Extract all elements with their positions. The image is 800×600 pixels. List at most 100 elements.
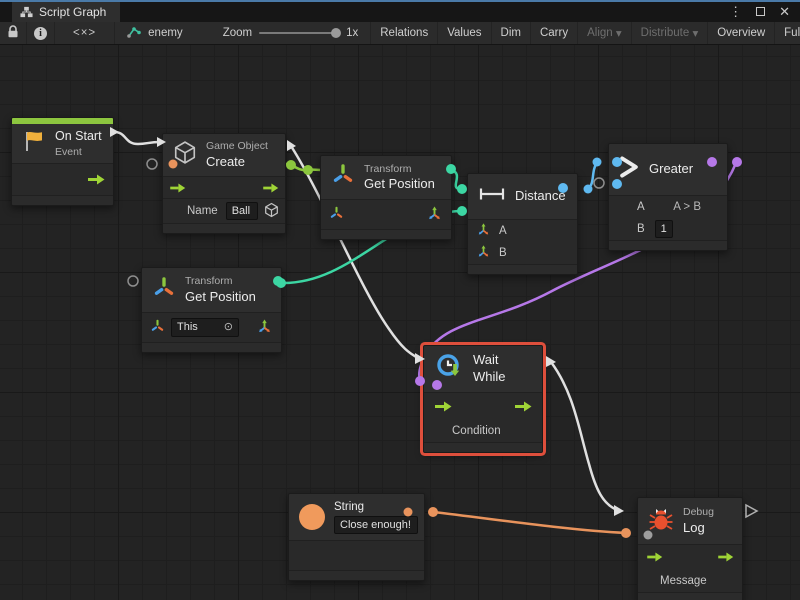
name-input-label: Name [187,205,218,217]
carry-button[interactable]: Carry [531,22,578,44]
graph-canvas[interactable]: On Start Event Game Object Create [0,45,800,600]
flow-out-port[interactable] [262,183,279,193]
overview-button[interactable]: Overview [708,22,775,44]
align-dropdown[interactable]: Align ▾ [578,22,632,44]
node-footer [321,229,451,239]
close-icon[interactable]: ✕ [779,5,790,18]
input-b-value-field[interactable]: 1 [655,220,673,239]
relations-button[interactable]: Relations [371,22,438,44]
node-title: String [334,500,418,515]
fullscreen-button[interactable]: Full Screen [775,22,800,44]
greater-than-icon [618,155,640,184]
string-value-field[interactable]: Close enough! [334,516,418,535]
node-footer [12,195,113,205]
transform-input-port[interactable] [150,319,165,337]
node-on-start[interactable]: On Start Event [11,117,114,206]
wire-onstart-to-create [114,132,160,144]
window-controls: ⋮ ✕ [729,0,800,22]
wire-cap [303,165,313,175]
chevron-down-icon: ▾ [692,26,698,40]
tab-script-graph[interactable]: Script Graph [12,2,120,22]
lock-button[interactable] [0,22,27,44]
wire-cap [621,528,631,538]
distribute-label: Distribute [641,27,690,39]
unconnected-flow-indicator[interactable] [746,505,757,517]
node-title: Wait While [473,352,532,386]
toolbar: i <×> enemy Zoom 1x Relations Values Dim… [0,22,800,45]
script-graph-asset-icon [127,26,141,41]
node-category: Transform [185,274,256,288]
flag-icon [22,129,46,158]
distance-icon [478,185,506,208]
node-subtitle: Event [55,145,102,159]
node-category: Debug [683,505,714,519]
node-get-position-ball[interactable]: Transform Get Position [320,155,452,240]
node-title: On Start [55,128,102,144]
kebab-menu-icon[interactable]: ⋮ [729,5,742,18]
transform-input-port[interactable] [329,206,344,224]
condition-input-label: Condition [452,425,501,437]
unconnected-port[interactable] [128,276,138,286]
wire-create-to-getposition [284,164,321,170]
flow-in-port[interactable] [169,183,186,193]
flow-out-port[interactable] [87,174,105,185]
script-graph-window: Script Graph ⋮ ✕ i <×> enemy Zoom [0,0,800,600]
code-preview-button[interactable]: <×> [55,22,115,44]
maximize-icon[interactable] [756,7,765,16]
cube-icon [173,140,197,170]
tab-title: Script Graph [39,5,106,19]
zoom-label: Zoom [223,27,252,39]
align-label: Align [587,27,613,39]
graph-name[interactable]: enemy [148,27,183,39]
input-a-label: A [499,225,507,237]
carry-label: Carry [540,27,568,39]
node-distance[interactable]: Distance A B [467,173,578,275]
flow-wire-cap [546,356,556,367]
target-value-field[interactable]: This ⊙ [171,318,239,337]
vector3-input-port-a[interactable] [476,222,491,240]
flow-out-port[interactable] [717,552,734,562]
node-footer [424,442,542,452]
unconnected-port[interactable] [594,178,604,188]
values-button[interactable]: Values [438,22,491,44]
zoom-value: 1x [346,27,358,39]
dim-button[interactable]: Dim [492,22,531,44]
gameobject-output-port[interactable] [264,202,279,221]
target-value: This [177,320,198,335]
node-string[interactable]: String Close enough! [288,493,425,581]
flow-in-port[interactable] [646,552,663,562]
node-debug-log[interactable]: Debug Log Message [637,497,743,600]
node-greater[interactable]: Greater A A > B B 1 [608,143,728,251]
unconnected-port[interactable] [147,159,157,169]
object-picker-icon[interactable]: ⊙ [224,320,233,335]
node-wait-while[interactable]: Wait While Condition [423,345,543,453]
timer-icon [434,352,464,387]
vector3-output-port[interactable] [426,205,443,225]
vector3-output-port[interactable] [256,318,273,338]
zoom-slider-handle[interactable] [331,28,341,38]
name-value-field[interactable]: Ball [226,202,258,221]
wire-cap [732,157,742,167]
node-create[interactable]: Game Object Create Name Ball [162,133,286,234]
zoom-slider[interactable] [259,32,339,34]
distribute-dropdown[interactable]: Distribute ▾ [632,22,709,44]
node-footer [142,342,281,352]
node-footer [638,592,742,600]
flow-out-port[interactable] [514,401,532,412]
wire-cap [457,184,467,194]
node-get-position-this[interactable]: Transform Get Position This ⊙ [141,267,282,353]
inspect-button[interactable]: i [27,22,55,44]
flow-in-port[interactable] [434,401,452,412]
info-icon: i [34,27,47,40]
node-footer [609,240,727,250]
node-title: Log [683,520,714,537]
output-label: A > B [673,201,701,213]
input-a-label: A [637,201,645,213]
message-input-label: Message [660,575,707,587]
wire-cap [286,160,296,170]
vector3-input-port-b[interactable] [476,244,491,262]
node-title: Get Position [185,289,256,306]
flow-wire-cap [287,140,296,151]
input-b-label: B [499,247,507,259]
graph-hierarchy-icon [20,6,33,18]
